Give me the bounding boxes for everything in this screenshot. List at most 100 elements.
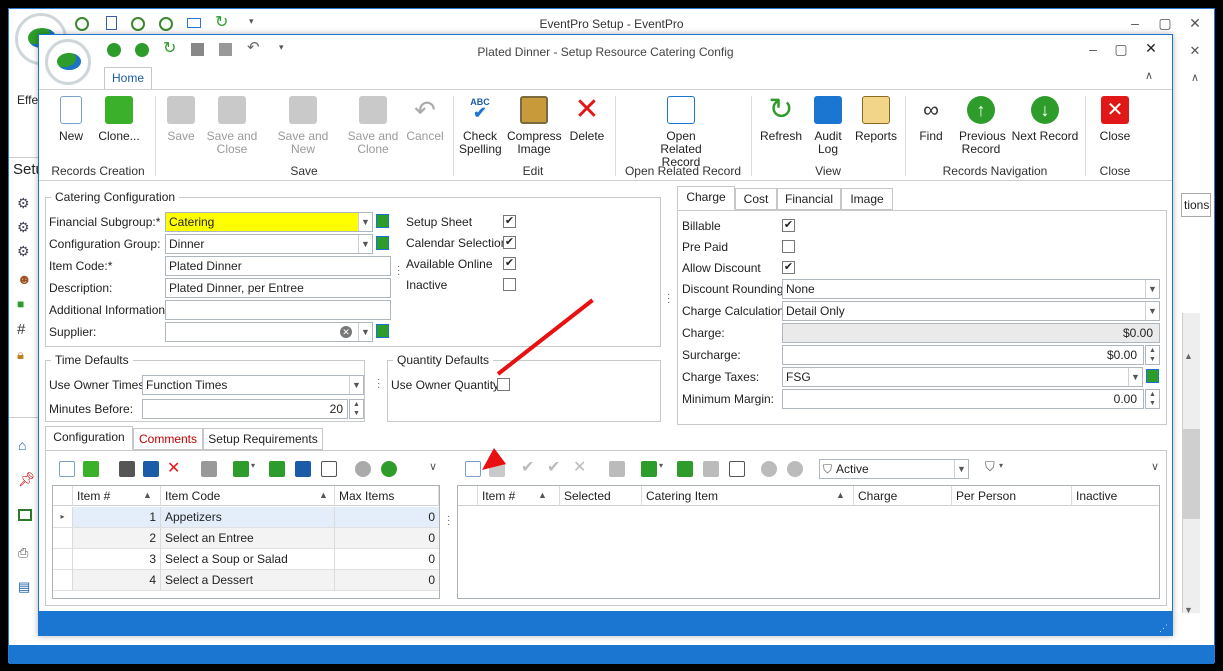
save-button[interactable]: Save: [163, 96, 199, 143]
arrow-down-icon[interactable]: [787, 461, 803, 477]
people-icon[interactable]: ■: [17, 297, 24, 311]
arrow-down-icon[interactable]: [381, 461, 397, 477]
check-spelling-button[interactable]: ABC ✔ Check Spelling: [459, 96, 502, 156]
report-icon[interactable]: ▤: [18, 579, 30, 595]
clock-icon[interactable]: [159, 17, 173, 31]
next-record-button[interactable]: ↓ Next Record: [1011, 96, 1079, 143]
cell-item-code[interactable]: Select a Soup or Salad: [161, 549, 335, 569]
find-button[interactable]: ∞ Find: [911, 96, 951, 143]
new-row-icon[interactable]: [59, 461, 75, 477]
save-new-button[interactable]: Save and New: [265, 96, 341, 156]
table-row[interactable]: 4 Select a Dessert 0: [53, 570, 439, 591]
close-button[interactable]: ✕ Close: [1093, 96, 1137, 143]
cell-max-items[interactable]: 0: [335, 528, 439, 548]
edit-lookup-icon[interactable]: [376, 214, 389, 228]
additional-information-field[interactable]: [165, 300, 391, 320]
copy-icon[interactable]: [609, 461, 625, 477]
resize-grip-icon[interactable]: ⋰: [1159, 623, 1168, 634]
app-logo[interactable]: [45, 39, 91, 85]
export-icon[interactable]: [269, 461, 285, 477]
lock-icon[interactable]: 🔒︎: [17, 347, 24, 363]
maximize-icon[interactable]: ▢: [1155, 15, 1175, 32]
charge-taxes-field[interactable]: FSG ▼: [782, 367, 1143, 387]
column-max-items[interactable]: Max Items: [335, 486, 439, 506]
column-inactive[interactable]: Inactive: [1072, 486, 1159, 506]
tab-setup-requirements[interactable]: Setup Requirements: [203, 428, 323, 450]
quick-access-dropdown-icon[interactable]: ▾: [279, 42, 284, 53]
open-icon[interactable]: [295, 461, 311, 477]
item-code-field[interactable]: Plated Dinner: [165, 256, 391, 276]
row-indicator[interactable]: [53, 528, 73, 548]
column-catering-item[interactable]: Catering Item: [642, 486, 854, 506]
row-indicator[interactable]: [53, 549, 73, 569]
cell-item-number[interactable]: 2: [73, 528, 161, 548]
columns-icon[interactable]: [233, 461, 249, 477]
cell-item-code[interactable]: Select a Dessert: [161, 570, 335, 590]
tab-cost[interactable]: Cost: [735, 188, 777, 210]
inactive-checkbox[interactable]: [503, 278, 516, 291]
scroll-up-icon[interactable]: ▲: [1184, 351, 1193, 361]
edit-lookup-icon[interactable]: [1146, 369, 1159, 383]
close-icon[interactable]: ✕: [1141, 40, 1161, 57]
charge-calculation-field[interactable]: Detail Only ▼: [782, 301, 1160, 321]
column-charge[interactable]: Charge: [854, 486, 952, 506]
allow-discount-checkbox[interactable]: ✔: [782, 261, 795, 274]
save-close-button[interactable]: Save and Close: [205, 96, 259, 156]
discount-rounding-field[interactable]: None ▼: [782, 279, 1160, 299]
save-clone-button[interactable]: Save and Clone: [345, 96, 401, 156]
minimum-margin-field[interactable]: 0.00: [782, 389, 1144, 409]
chevron-down-icon[interactable]: ▾: [999, 461, 1003, 470]
audit-log-button[interactable]: Audit Log: [809, 96, 847, 156]
clone-row-icon[interactable]: [83, 461, 99, 477]
delete-button[interactable]: ✕ Delete: [567, 95, 607, 143]
arrow-down-icon[interactable]: [135, 43, 149, 57]
use-owner-quantity-checkbox[interactable]: [497, 378, 510, 391]
arrow-up-icon[interactable]: [107, 43, 121, 57]
uncheck-icon[interactable]: ✕: [573, 457, 586, 477]
row-indicator-icon[interactable]: ▸: [53, 507, 73, 527]
supplier-field[interactable]: ✕ ▼: [165, 322, 373, 342]
tab-configuration[interactable]: Configuration: [45, 426, 133, 450]
splitter-handle[interactable]: · · ·: [447, 512, 450, 530]
tab-charge[interactable]: Charge: [677, 186, 735, 210]
billable-checkbox[interactable]: ✔: [782, 219, 795, 232]
chevron-down-icon[interactable]: ▼: [1145, 280, 1159, 298]
minimize-icon[interactable]: –: [1125, 15, 1145, 31]
list-icon[interactable]: [729, 461, 745, 477]
cell-item-number[interactable]: 1: [73, 507, 161, 527]
columns-icon[interactable]: [641, 461, 657, 477]
chevron-down-icon[interactable]: ∨: [1151, 460, 1159, 473]
tab-home[interactable]: Home: [104, 67, 152, 89]
gear-icon[interactable]: ⚙: [17, 195, 30, 212]
gear-icon[interactable]: ⚙: [17, 219, 30, 236]
chevron-down-icon[interactable]: ▼: [1145, 302, 1159, 320]
check-all-icon[interactable]: ✔: [547, 457, 560, 477]
checkmark-icon[interactable]: ✔: [521, 457, 534, 477]
tab-financial[interactable]: Financial: [777, 188, 841, 210]
panel-icon[interactable]: [18, 509, 32, 521]
hash-icon[interactable]: #: [17, 321, 25, 338]
column-item-code[interactable]: Item Code: [161, 486, 335, 506]
save-close-icon[interactable]: [219, 43, 232, 56]
clock-icon[interactable]: [75, 17, 89, 31]
chevron-down-icon[interactable]: ▼: [358, 235, 372, 253]
scroll-thumb[interactable]: [1182, 429, 1200, 519]
pin-icon[interactable]: 📌︎: [18, 471, 36, 488]
outer-close-doc-icon[interactable]: ✕: [1185, 43, 1205, 59]
refresh-icon[interactable]: ↻: [163, 38, 176, 58]
mail-icon[interactable]: [187, 18, 201, 28]
maximize-icon[interactable]: ▢: [1111, 41, 1131, 58]
table-row[interactable]: 2 Select an Entree 0: [53, 528, 439, 549]
cell-item-number[interactable]: 4: [73, 570, 161, 590]
splitter-handle[interactable]: · · ·: [667, 290, 670, 308]
spin-buttons[interactable]: ▲ ▼: [349, 399, 364, 419]
arrow-up-icon[interactable]: [761, 461, 777, 477]
undo-icon[interactable]: ↶: [247, 38, 260, 56]
row-indicator[interactable]: [53, 570, 73, 590]
reports-button[interactable]: Reports: [853, 96, 899, 143]
open-icon[interactable]: [703, 461, 719, 477]
cell-item-code[interactable]: Appetizers: [161, 507, 335, 527]
cell-item-number[interactable]: 3: [73, 549, 161, 569]
chevron-down-icon[interactable]: ▾: [659, 461, 663, 470]
export-icon[interactable]: [677, 461, 693, 477]
